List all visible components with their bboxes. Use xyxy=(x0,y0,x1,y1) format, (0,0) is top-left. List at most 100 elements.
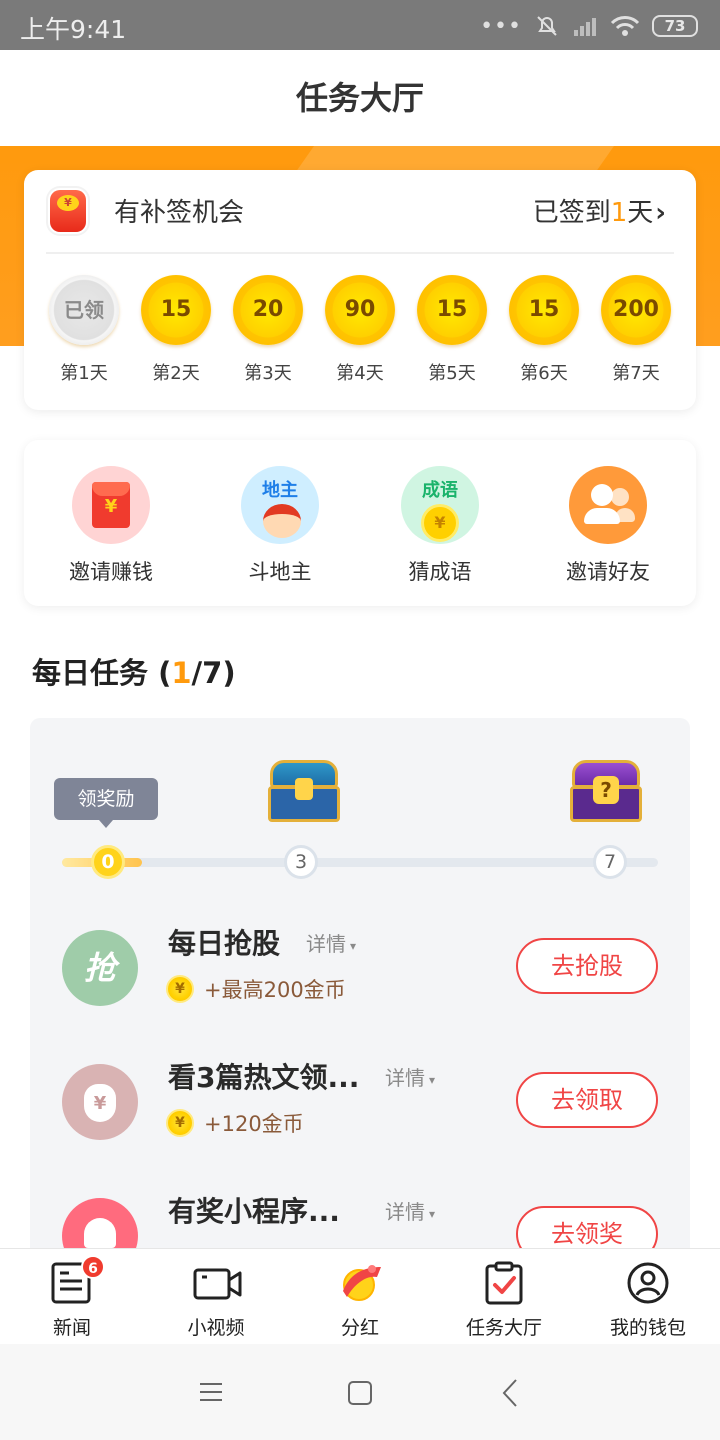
heart-shape xyxy=(84,1218,116,1248)
feature-label: 邀请赚钱 xyxy=(69,560,153,584)
status-bar: 上午9:41 ••• 73 xyxy=(0,0,720,50)
claimed-coin-icon: 已领 xyxy=(49,275,119,345)
feature-card: ¥ 邀请赚钱 地主 斗地主 成语 ¥ 猜成语 邀请好友 xyxy=(24,440,696,606)
task-row: ¥ 看3篇热文领... 详情 ▾ ¥ +120金币 去领取 xyxy=(30,1061,690,1184)
red-packet-coin: ¥ xyxy=(57,195,79,211)
task-name: 看3篇热文领... xyxy=(168,1061,360,1094)
signal-icon xyxy=(574,18,596,36)
feature-landlord[interactable]: 地主 斗地主 xyxy=(215,466,345,586)
signed-days-link[interactable]: 已签到1天› xyxy=(533,192,666,229)
grab-stock-icon: 抢 xyxy=(62,930,138,1006)
mystery-chest-icon[interactable]: ? xyxy=(570,760,642,822)
task-name: 每日抢股 xyxy=(168,927,281,960)
day-label: 第1天 xyxy=(60,363,108,384)
nav-task-hall[interactable]: 任务大厅 xyxy=(432,1249,576,1345)
task-reward: ¥ +120金币 xyxy=(166,1108,304,1138)
signed-prefix: 已签到 xyxy=(532,198,611,228)
progress-node: 7 xyxy=(593,845,627,879)
task-row: 抢 每日抢股 详情 ▾ ¥ +最高200金币 去抢股 xyxy=(30,927,690,1050)
signin-day[interactable]: 已领第1天 xyxy=(48,275,120,385)
chest-lock xyxy=(295,778,313,800)
feature-invite-friends[interactable]: 邀请好友 xyxy=(543,466,673,586)
nav-label: 我的钱包 xyxy=(609,1317,686,1339)
battery-icon: 73 xyxy=(652,15,698,37)
divider xyxy=(46,252,674,254)
gold-coin-icon: 15 xyxy=(509,275,579,345)
landlord-game-icon: 地主 xyxy=(241,466,319,544)
nav-wallet[interactable]: 我的钱包 xyxy=(576,1249,720,1345)
nav-label: 小视频 xyxy=(187,1317,245,1339)
day-label: 第4天 xyxy=(336,363,384,384)
reward-text: +120金币 xyxy=(204,1112,304,1136)
red-packet-icon: ¥ xyxy=(50,190,86,232)
wifi-icon xyxy=(610,16,640,36)
signed-suffix: 天 xyxy=(627,198,654,228)
daily-done-count: 1 xyxy=(171,656,192,690)
task-details-toggle[interactable]: 详情 ▾ xyxy=(385,1062,435,1091)
signin-day[interactable]: 200 第7天 xyxy=(600,275,672,385)
progress-node: 3 xyxy=(284,845,318,879)
task-details-toggle[interactable]: 详情 ▾ xyxy=(306,928,356,957)
menu-icon[interactable] xyxy=(198,1380,224,1404)
treasure-chest-icon[interactable] xyxy=(268,760,340,822)
nav-label: 新闻 xyxy=(52,1317,91,1339)
page-title: 任务大厅 xyxy=(295,79,424,117)
money-bag-icon: ¥ xyxy=(62,1064,138,1140)
coin-icon: ¥ xyxy=(166,1109,194,1137)
gold-coin-icon: 200 xyxy=(601,275,671,345)
gold-coin-icon: 15 xyxy=(141,275,211,345)
details-label: 详情 xyxy=(385,1066,425,1090)
day-label: 第6天 xyxy=(520,363,568,384)
dropdown-arrow-icon: ▾ xyxy=(429,1072,436,1087)
system-nav-bar xyxy=(0,1344,720,1440)
landlord-icon-text: 地主 xyxy=(262,480,298,501)
details-label: 详情 xyxy=(306,932,346,956)
friend-head-1 xyxy=(591,484,613,506)
status-time: 上午9:41 xyxy=(20,15,127,44)
nav-short-video[interactable]: 小视频 xyxy=(144,1249,288,1345)
signed-days-count: 1 xyxy=(610,198,628,228)
nav-dividend[interactable]: 分红 xyxy=(288,1249,432,1345)
nav-label: 分红 xyxy=(340,1317,379,1339)
feature-idiom[interactable]: 成语 ¥ 猜成语 xyxy=(375,466,505,586)
status-icons: ••• 73 xyxy=(480,12,698,40)
grab-stock-button[interactable]: 去抢股 xyxy=(516,938,658,994)
signin-day[interactable]: 15 第5天 xyxy=(416,275,488,385)
day-label: 第7天 xyxy=(612,363,660,384)
home-icon[interactable] xyxy=(347,1380,373,1406)
feature-label: 猜成语 xyxy=(408,560,472,584)
daily-task-panel: 领奖励 ? 0 3 7 抢 每日抢股 详情 ▾ ¥ +最高200金币 去抢股 ¥ 看… xyxy=(30,718,690,1278)
signin-card: ¥ 有补签机会 已签到1天› 已领第1天 15 第2天 20 第3天 90 第4天 1… xyxy=(24,170,696,410)
bottom-nav: 6 新闻 小视频 分红 任务大厅 我的钱包 xyxy=(0,1248,720,1344)
daily-title-suffix: /7) xyxy=(191,656,236,690)
reward-text: +最高200金币 xyxy=(204,978,346,1002)
nav-news[interactable]: 6 新闻 xyxy=(0,1249,144,1345)
progress-node-current: 0 xyxy=(91,845,125,879)
chevron-right-icon: › xyxy=(655,198,666,228)
signin-day[interactable]: 15 第2天 xyxy=(140,275,212,385)
nav-label: 任务大厅 xyxy=(465,1317,542,1339)
day-label: 第5天 xyxy=(428,363,476,384)
day-label: 第2天 xyxy=(152,363,200,384)
signin-day[interactable]: 20 第3天 xyxy=(232,275,304,385)
more-dots-icon: ••• xyxy=(480,13,522,39)
idiom-coin: ¥ xyxy=(421,504,459,542)
back-icon[interactable] xyxy=(500,1378,520,1408)
idiom-game-icon: 成语 ¥ xyxy=(401,466,479,544)
details-label: 详情 xyxy=(385,1200,425,1224)
task-name: 有奖小程序... xyxy=(168,1195,340,1228)
gold-coin-icon: 20 xyxy=(233,275,303,345)
claim-reward-tooltip[interactable]: 领奖励 xyxy=(54,778,158,828)
signin-days: 已领 第1天 15 第2天 20 第3天 90 第4天 15 第5天 15 第6天 200 第… xyxy=(48,275,678,395)
makeup-signin-label[interactable]: 有补签机会 xyxy=(114,192,244,229)
signin-day[interactable]: 15 第6天 xyxy=(508,275,580,385)
task-details-toggle[interactable]: 详情 ▾ xyxy=(385,1196,435,1225)
landlord-face xyxy=(263,504,301,538)
daily-title-prefix: 每日任务 ( xyxy=(32,656,172,690)
dividend-icon xyxy=(337,1261,383,1305)
claim-button[interactable]: 去领取 xyxy=(516,1072,658,1128)
signin-day[interactable]: 90 第4天 xyxy=(324,275,396,385)
friend-body-1 xyxy=(584,508,620,524)
feature-invite-earn[interactable]: ¥ 邀请赚钱 xyxy=(46,466,176,586)
money-bag-glyph: ¥ xyxy=(84,1084,116,1122)
